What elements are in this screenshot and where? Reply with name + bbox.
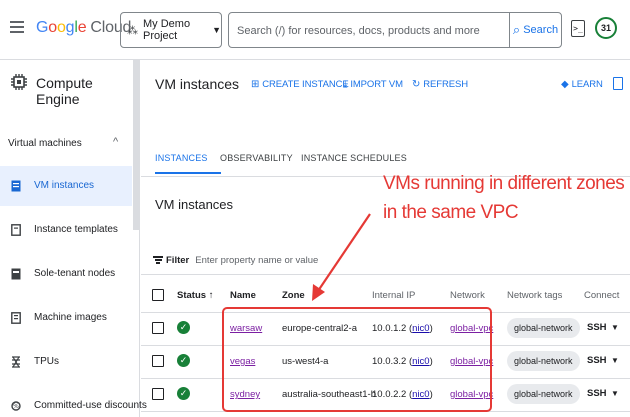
sidebar: Compute Engine Virtual machines ^ VM ins…	[0, 60, 147, 417]
network-link[interactable]: global-vpc	[450, 389, 493, 400]
project-icon: ⁂	[127, 24, 138, 37]
refresh-icon: ↻	[412, 79, 421, 90]
create-instance-button[interactable]: ⊞ CREATE INSTANCE	[251, 79, 349, 90]
row-checkbox[interactable]	[152, 355, 164, 367]
page-title: VM instances	[155, 76, 240, 92]
instance-name-link[interactable]: warsaw	[230, 323, 262, 334]
import-vm-button[interactable]: ⤓ IMPORT VM	[343, 79, 403, 90]
sidebar-item-sole-tenant-nodes[interactable]: Sole-tenant nodes	[0, 254, 132, 294]
notifications-badge[interactable]: 31	[595, 17, 617, 39]
caret-down-icon[interactable]: ▼	[611, 389, 619, 398]
sidebar-item-tpus[interactable]: TPUs	[0, 342, 132, 382]
filter-bar: Filter	[153, 248, 629, 272]
menu-icon[interactable]	[10, 21, 24, 33]
zone-cell: australia-southeast1-b	[282, 389, 376, 400]
network-tag-chip: global-network	[507, 318, 580, 338]
chevron-up-icon[interactable]: ^	[113, 136, 118, 148]
tab-instances[interactable]: INSTANCES	[155, 153, 208, 163]
check-circle-icon: ✓	[177, 354, 190, 367]
caret-down-icon[interactable]: ▼	[611, 323, 619, 332]
row-checkbox[interactable]	[152, 388, 164, 400]
compute-engine-icon	[11, 74, 27, 90]
arrow-up-icon: ↑	[208, 290, 214, 301]
table-row: ✓ sydney australia-southeast1-b 10.0.2.2…	[141, 379, 630, 412]
refresh-button[interactable]: ↻ REFRESH	[412, 79, 468, 90]
network-link[interactable]: global-vpc	[450, 323, 493, 334]
main-content: VM instances ⊞ CREATE INSTANCE ⤓ IMPORT …	[141, 60, 630, 417]
column-header-status[interactable]: Status ↑	[177, 290, 213, 301]
check-circle-icon: ✓	[177, 321, 190, 334]
table-row: ✓ vegas us-west4-a 10.0.3.2 (nic0) globa…	[141, 346, 630, 379]
discount-icon: %	[11, 401, 21, 411]
search-icon: ⌕	[512, 22, 521, 37]
zone-cell: europe-central2-a	[282, 323, 357, 334]
filter-icon	[153, 256, 163, 264]
search-bar: ⌕ Search	[228, 12, 562, 48]
column-header-name[interactable]: Name	[230, 290, 256, 301]
zone-cell: us-west4-a	[282, 356, 329, 367]
tab-observability[interactable]: OBSERVABILITY	[220, 153, 293, 163]
divider	[141, 274, 630, 275]
internal-ip-cell: 10.0.3.2 (nic0)	[372, 356, 433, 367]
project-selector[interactable]: ⁂ My Demo Project ▼	[120, 12, 222, 48]
table-row: ✓ warsaw europe-central2-a 10.0.1.2 (nic…	[141, 313, 630, 346]
check-circle-icon: ✓	[177, 387, 190, 400]
internal-ip-cell: 10.0.2.2 (nic0)	[372, 389, 433, 400]
tab-instance-schedules[interactable]: INSTANCE SCHEDULES	[301, 153, 407, 163]
sidebar-item-vm-instances[interactable]: VM instances	[0, 166, 132, 206]
learn-button[interactable]: ◆ LEARN	[561, 79, 603, 90]
product-title: Compute Engine	[36, 75, 93, 107]
add-box-icon: ⊞	[251, 79, 260, 90]
product-header: Compute Engine	[0, 60, 140, 107]
ssh-button[interactable]: SSH	[587, 388, 607, 399]
section-virtual-machines[interactable]: Virtual machines	[8, 138, 82, 149]
template-icon	[11, 224, 21, 236]
tpu-icon	[12, 356, 20, 368]
select-all-checkbox[interactable]	[152, 289, 164, 301]
ssh-button[interactable]: SSH	[587, 322, 607, 333]
annotation-text: VMs running in different zones in the sa…	[383, 173, 625, 223]
column-header-zone[interactable]: Zone	[282, 290, 305, 301]
svg-text:%: %	[13, 403, 19, 410]
docs-icon[interactable]	[613, 77, 623, 90]
nic-link[interactable]: nic0	[412, 356, 429, 367]
network-link[interactable]: global-vpc	[450, 356, 493, 367]
column-header-connect[interactable]: Connect	[584, 290, 619, 301]
instance-name-link[interactable]: vegas	[230, 356, 255, 367]
network-tag-chip: global-network	[507, 384, 580, 404]
filter-input[interactable]	[195, 254, 496, 266]
column-header-network[interactable]: Network	[450, 290, 485, 301]
sidebar-item-machine-images[interactable]: Machine images	[0, 298, 132, 338]
machine-image-icon	[11, 312, 21, 324]
sidebar-scrollbar[interactable]	[133, 60, 139, 230]
caret-down-icon[interactable]: ▼	[611, 356, 619, 365]
cloud-shell-icon[interactable]: >_	[571, 20, 585, 37]
school-icon: ◆	[561, 79, 569, 90]
ssh-button[interactable]: SSH	[587, 355, 607, 366]
project-label: My Demo Project	[143, 18, 191, 42]
nic-link[interactable]: nic0	[412, 389, 429, 400]
google-cloud-logo[interactable]: Google Cloud	[36, 19, 131, 37]
internal-ip-cell: 10.0.1.2 (nic0)	[372, 323, 433, 334]
caret-down-icon: ▼	[212, 25, 221, 35]
sidebar-item-instance-templates[interactable]: Instance templates	[0, 210, 132, 250]
column-header-internal-ip[interactable]: Internal IP	[372, 290, 415, 301]
top-bar: GoogleCloud ⁂ My Demo Project ▼ ⌕ Search…	[0, 0, 630, 60]
filter-label: Filter	[166, 254, 190, 266]
row-checkbox[interactable]	[152, 322, 164, 334]
search-input[interactable]	[237, 21, 507, 41]
network-tag-chip: global-network	[507, 351, 580, 371]
node-icon	[11, 268, 21, 280]
server-icon	[11, 180, 21, 192]
instance-name-link[interactable]: sydney	[230, 389, 260, 400]
active-tab-indicator	[155, 172, 221, 174]
column-header-network-tags[interactable]: Network tags	[507, 290, 562, 301]
sidebar-item-committed-use-discounts[interactable]: % Committed-use discounts	[0, 386, 147, 417]
nic-link[interactable]: nic0	[412, 323, 429, 334]
section-title: VM instances	[155, 197, 234, 212]
download-icon: ⤓	[343, 79, 348, 90]
search-button[interactable]: ⌕ Search	[509, 13, 561, 47]
